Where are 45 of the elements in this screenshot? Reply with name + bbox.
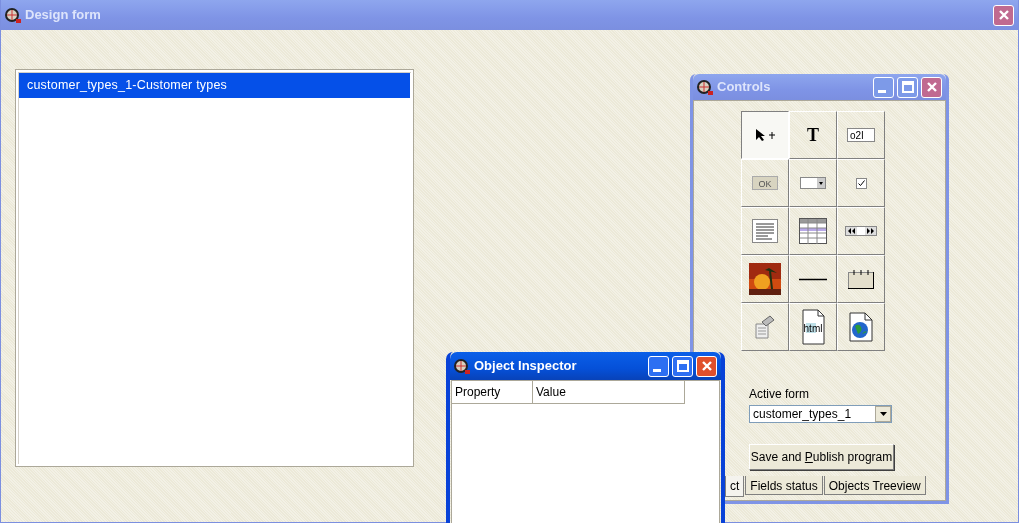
column-header: Value <box>533 381 685 403</box>
close-button[interactable] <box>696 355 717 377</box>
caret-icon <box>879 412 887 416</box>
tool-button[interactable]: html <box>789 303 837 351</box>
maximize-icon <box>899 79 916 95</box>
maximize-icon <box>674 358 691 374</box>
maximize-button[interactable] <box>672 355 693 377</box>
tab[interactable]: ct <box>725 476 745 497</box>
pointer-icon <box>755 128 775 142</box>
window-title: Controls <box>717 78 772 97</box>
web-page-icon <box>848 312 874 342</box>
column-header: Property <box>452 381 533 403</box>
app-icon <box>5 6 22 24</box>
list-item[interactable]: customer_types_1-Customer types <box>19 73 410 98</box>
minimize-button[interactable] <box>648 355 669 377</box>
line-icon <box>799 277 827 281</box>
app-icon <box>454 357 471 375</box>
field-label: Active form <box>749 386 810 403</box>
tool-button[interactable]: OK <box>741 159 789 207</box>
window-title: Design form <box>25 6 102 25</box>
minimize-button[interactable] <box>873 76 894 98</box>
button-tool-icon: OK <box>752 176 778 190</box>
grid-icon <box>799 218 827 244</box>
close-button[interactable] <box>993 4 1014 26</box>
minimize-icon <box>652 369 661 372</box>
app-icon <box>697 78 714 96</box>
tool-button[interactable] <box>741 111 789 159</box>
tab[interactable]: Fields status <box>745 476 823 495</box>
publish-button[interactable]: Save and Publish program <box>749 444 894 470</box>
minimize-icon <box>877 90 886 93</box>
memo-icon <box>752 219 778 243</box>
checkbox-icon <box>855 177 867 189</box>
tab[interactable]: Objects Treeview <box>823 476 926 495</box>
navigator-icon <box>845 226 877 236</box>
tool-button[interactable]: o2I <box>837 111 885 159</box>
label-tool-icon: T <box>805 126 821 144</box>
close-button[interactable] <box>921 76 942 98</box>
report-icon <box>754 314 776 340</box>
tool-button[interactable]: T <box>789 111 837 159</box>
maximize-button[interactable] <box>897 76 918 98</box>
dropdown-field[interactable]: customer_types_1 <box>749 405 892 423</box>
edit-field-icon: o2I <box>847 128 875 142</box>
window-title: Object Inspector <box>474 357 578 376</box>
combo-box-icon <box>800 177 826 189</box>
calendar-icon <box>848 269 874 289</box>
